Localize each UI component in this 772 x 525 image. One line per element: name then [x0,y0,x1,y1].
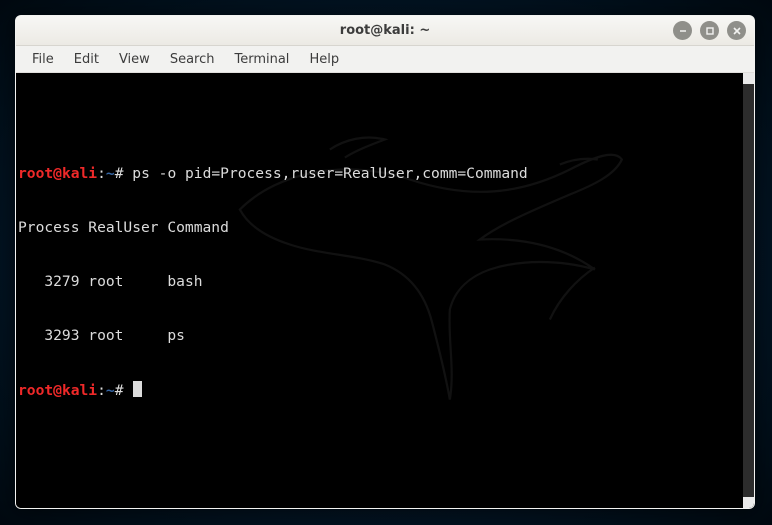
menu-edit[interactable]: Edit [64,49,109,70]
cell-cmd: ps [159,327,185,344]
prompt-line-2: root@kali:~# [18,381,741,400]
terminal-area[interactable]: root@kali:~# ps -o pid=Process,ruser=Rea… [16,73,743,508]
prompt-at: @ [53,165,62,182]
maximize-icon [705,26,715,36]
prompt-host: kali [62,382,97,399]
table-row: 3279 root bash [18,273,741,291]
minimize-icon [678,26,688,36]
prompt-path: ~ [106,165,115,182]
window-controls [673,21,746,40]
prompt-hash: # [115,382,124,399]
scrollbar-vertical[interactable] [743,73,754,508]
menu-file[interactable]: File [22,49,64,70]
menu-terminal[interactable]: Terminal [224,49,299,70]
scrollbar-thumb-top[interactable] [743,73,754,84]
titlebar[interactable]: root@kali: ~ [16,16,754,46]
prompt-sep: : [97,165,106,182]
command-text: ps -o pid=Process,ruser=RealUser,comm=Co… [132,165,527,182]
terminal-wrap: root@kali:~# ps -o pid=Process,ruser=Rea… [16,73,754,508]
close-button[interactable] [727,21,746,40]
minimize-button[interactable] [673,21,692,40]
prompt-at: @ [53,382,62,399]
close-icon [732,26,742,36]
prompt-host: kali [62,165,97,182]
scrollbar-track[interactable] [743,84,754,497]
cell-cmd: bash [159,273,203,290]
prompt-line-1: root@kali:~# ps -o pid=Process,ruser=Rea… [18,165,741,183]
prompt-path: ~ [106,382,115,399]
cell-user: root [80,327,159,344]
maximize-button[interactable] [700,21,719,40]
menubar: File Edit View Search Terminal Help [16,46,754,73]
menu-search[interactable]: Search [160,49,225,70]
cell-pid: 3293 [18,327,80,344]
scrollbar-thumb-bottom[interactable] [743,497,754,508]
prompt-user: root [18,165,53,182]
output-header: Process RealUser Command [18,219,741,237]
cursor-block [133,381,142,397]
prompt-sep: : [97,382,106,399]
menu-view[interactable]: View [109,49,160,70]
menu-help[interactable]: Help [299,49,349,70]
prompt-user: root [18,382,53,399]
table-row: 3293 root ps [18,327,741,345]
terminal-window: root@kali: ~ File Edit View Search Termi… [15,15,755,509]
cell-user: root [80,273,159,290]
cell-pid: 3279 [18,273,80,290]
prompt-hash: # [115,165,124,182]
window-title: root@kali: ~ [340,23,430,38]
